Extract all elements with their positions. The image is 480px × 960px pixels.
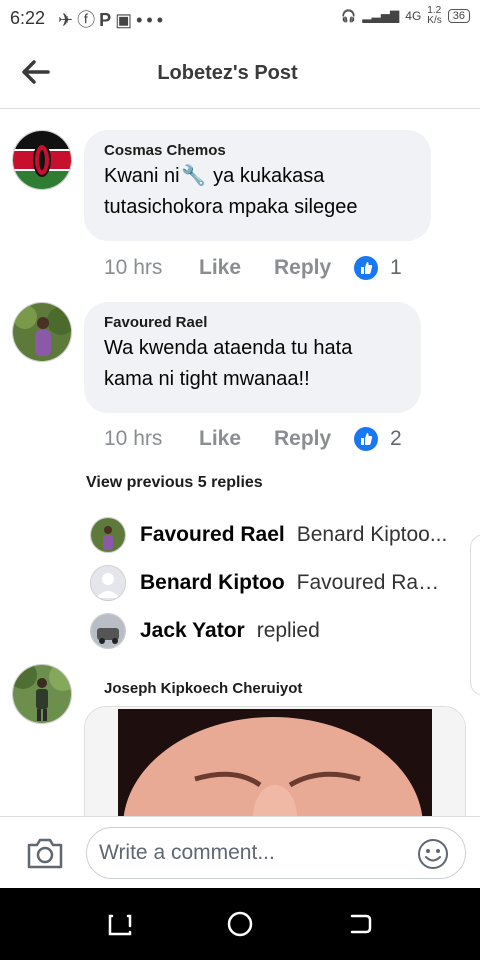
avatar[interactable] [12, 302, 72, 362]
more-notifications-icon: ••• [136, 10, 168, 30]
view-previous-replies-link[interactable]: View previous 5 replies [86, 474, 263, 492]
emoji-icon[interactable] [417, 838, 449, 870]
reply-snippet: Favoured Rael... [296, 571, 450, 594]
default-avatar [90, 565, 126, 601]
reply-button[interactable]: Reply [274, 427, 354, 451]
adjacent-card-edge [470, 534, 480, 696]
comment-actions: 10 hrs Like Reply 2 [104, 427, 402, 451]
like-count: 2 [390, 427, 402, 450]
page-title: Lobetez's Post [157, 62, 298, 84]
home-icon[interactable] [226, 910, 254, 938]
comment-author-name: Joseph Kipkoech Cheruiyot [104, 680, 303, 697]
headphones-icon: 🎧 [341, 9, 357, 23]
p-app-icon: P [99, 10, 116, 30]
post-header: Lobetez's Post [0, 36, 480, 109]
like-reaction-icon[interactable] [354, 427, 378, 451]
facebook-icon: ⓕ [77, 10, 100, 30]
back-icon[interactable] [346, 910, 374, 938]
comment-text-part: Kwani ni [104, 165, 180, 187]
kenya-flag-avatar [13, 131, 71, 189]
comment-author[interactable]: Joseph Kipkoech Cheruiyot [104, 680, 302, 698]
camera-icon[interactable] [26, 835, 64, 871]
avatar[interactable] [12, 130, 72, 190]
comment-time: 10 hrs [104, 256, 163, 279]
system-navigation-bar [0, 888, 480, 960]
comment-author[interactable]: Cosmas Chemos [104, 142, 411, 159]
reply-author: Benard Kiptoo [140, 571, 285, 594]
status-right: 🎧 ▂▃▅▇ 4G 1.2 K/s 36 [341, 6, 470, 26]
battery-level: 36 [447, 9, 470, 23]
reply-preview[interactable]: Jack Yator replied [90, 612, 450, 650]
comment-placeholder: Write a comment... [99, 841, 275, 864]
person-photo-avatar [13, 665, 71, 723]
comment-text: Wa kwenda ataenda tu hata kama ni tight … [104, 337, 353, 390]
avatar [90, 613, 126, 649]
network-label: 4G [405, 9, 422, 23]
comment-composer: Write a comment... [0, 816, 480, 889]
data-speed: 1.2 K/s [427, 5, 442, 26]
reply-preview[interactable]: Favoured Rael Benard Kiptoo... [90, 516, 450, 554]
telegram-icon: ✈ [58, 10, 78, 30]
avatar [90, 517, 126, 553]
like-button[interactable]: Like [199, 256, 274, 280]
gallery-icon: ▣ [115, 10, 137, 30]
comment-time: 10 hrs [104, 427, 163, 450]
comment-bubble: Favoured Rael Wa kwenda ataenda tu hata … [84, 302, 421, 413]
like-reaction-icon[interactable] [354, 256, 378, 280]
wrench-emoji-icon: 🔧 [181, 165, 207, 187]
notification-icons: ✈ⓕP▣••• [58, 6, 167, 32]
status-time: 6:22 [10, 8, 46, 28]
reply-author: Favoured Rael [140, 523, 285, 546]
like-count: 1 [390, 256, 402, 279]
comment-input[interactable]: Write a comment... [86, 827, 466, 879]
reply-author: Jack Yator [140, 619, 245, 642]
comment-text: Kwani ni🔧 ya kukakasa tutasichokora mpak… [104, 161, 411, 223]
comment-actions: 10 hrs Like Reply 1 [104, 256, 402, 280]
comment-author[interactable]: Favoured Rael [104, 314, 401, 331]
comment-bubble: Cosmas Chemos Kwani ni🔧 ya kukakasa tuta… [84, 130, 431, 241]
avatar[interactable] [12, 664, 72, 724]
reply-snippet: replied [256, 619, 320, 642]
person-photo-avatar [13, 303, 71, 361]
reply-snippet: Benard Kiptoo... [296, 523, 448, 546]
reply-preview[interactable]: Benard Kiptoo Favoured Rael... [90, 564, 450, 602]
reply-button[interactable]: Reply [274, 256, 354, 280]
like-button[interactable]: Like [199, 427, 274, 451]
signal-icon: ▂▃▅▇ [362, 9, 400, 23]
recents-icon[interactable] [106, 910, 134, 938]
status-bar: 6:22 ✈ⓕP▣••• 🎧 ▂▃▅▇ 4G 1.2 K/s 36 [0, 0, 480, 36]
